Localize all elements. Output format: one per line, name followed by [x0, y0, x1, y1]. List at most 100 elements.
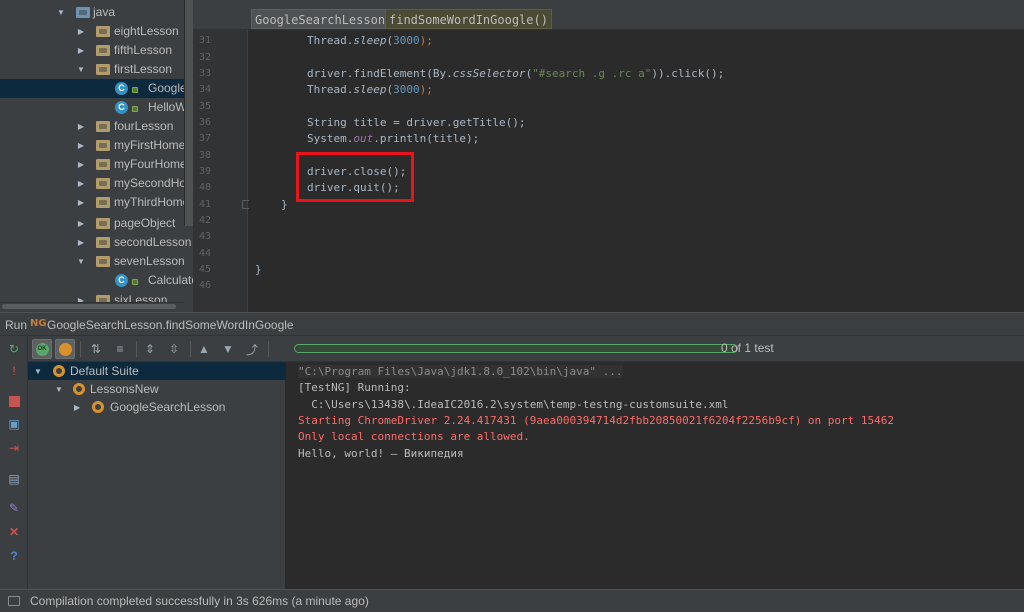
- run-tool-window-header: Run NG GoogleSearchLesson.findSomeWordIn…: [0, 312, 1024, 336]
- tree-item-helloworld-class[interactable]: C HelloWo: [0, 98, 193, 117]
- console-output[interactable]: "C:\Program Files\Java\jdk1.8.0_102\bin\…: [286, 362, 1024, 589]
- line-number: 36: [199, 117, 212, 128]
- tree-item-sevenLesson[interactable]: ▼ sevenLesson: [0, 252, 193, 271]
- line-number: 34: [199, 84, 212, 95]
- tree-item-label: java: [93, 5, 116, 19]
- exit-icon[interactable]: ⇥: [6, 440, 22, 456]
- close-icon[interactable]: ✕: [6, 524, 22, 540]
- line-number: 37: [199, 133, 212, 144]
- sort-by-duration-icon[interactable]: ≡: [110, 339, 130, 359]
- line-number: 43: [199, 231, 212, 242]
- tree-item-label: secondLesson: [114, 235, 192, 249]
- package-folder-icon: [96, 178, 110, 189]
- code-line-34: Thread.sleep(3000);: [307, 83, 433, 96]
- stop-icon[interactable]: [6, 393, 22, 409]
- expand-arrow-icon[interactable]: ▼: [76, 257, 86, 266]
- pin-icon[interactable]: ✎: [6, 500, 22, 516]
- next-failed-icon[interactable]: ▼: [218, 339, 238, 359]
- collapse-arrow-icon[interactable]: ▶: [74, 403, 80, 412]
- testng-icon: NG: [30, 318, 47, 329]
- tree-item-myFirstHomeTask[interactable]: ▶ myFirstHomeTa: [0, 136, 193, 155]
- lock-icon: [132, 106, 138, 112]
- collapse-arrow-icon[interactable]: ▶: [76, 219, 86, 228]
- help-icon[interactable]: ?: [6, 548, 22, 564]
- package-folder-icon: [96, 197, 110, 208]
- collapse-arrow-icon[interactable]: ▶: [76, 160, 86, 169]
- run-config-name[interactable]: GoogleSearchLesson.findSomeWordInGoogle: [47, 318, 294, 332]
- run-side-toolbar: ↻ ! ▣ ⇥ ▤ ✎ ✕ ?: [0, 336, 28, 589]
- tool-windows-icon[interactable]: [8, 596, 20, 606]
- previous-failed-icon[interactable]: ▲: [194, 339, 214, 359]
- test-count: 0 of 1 test: [721, 341, 774, 355]
- collapse-arrow-icon[interactable]: ▶: [76, 141, 86, 150]
- line-number: 42: [199, 215, 212, 226]
- sort-alphabetically-icon[interactable]: ⇅: [86, 339, 106, 359]
- expand-all-icon[interactable]: ⇕: [140, 339, 160, 359]
- console-line: [TestNG] Running:: [298, 381, 411, 394]
- lock-icon: [132, 87, 138, 93]
- expand-arrow-icon[interactable]: ▼: [34, 367, 42, 376]
- rerun-failed-icon[interactable]: !: [6, 363, 22, 379]
- code-line-45: }: [255, 263, 262, 276]
- tree-item-label: fifthLesson: [114, 43, 173, 57]
- collapse-all-icon[interactable]: ⇳: [164, 339, 184, 359]
- test-status-icon: [53, 365, 65, 377]
- expand-arrow-icon[interactable]: ▼: [56, 8, 66, 17]
- collapse-arrow-icon[interactable]: ▶: [76, 122, 86, 131]
- rerun-icon[interactable]: ↻: [6, 341, 22, 357]
- suite-item-default[interactable]: ▼ Default Suite: [28, 362, 286, 380]
- line-number: 38: [199, 150, 212, 161]
- line-number: 44: [199, 248, 212, 259]
- line-number: 35: [199, 101, 212, 112]
- tree-item-calculator-class[interactable]: C Calculato: [0, 271, 193, 290]
- tree-horizontal-scrollbar[interactable]: [0, 302, 184, 310]
- tree-item-label: mySecondHom: [114, 176, 193, 190]
- line-number: 33: [199, 68, 212, 79]
- tree-item-fifthLesson[interactable]: ▶ fifthLesson: [0, 41, 193, 60]
- line-number: 41: [199, 199, 212, 210]
- suite-item-lessonsnew[interactable]: ▼ LessonsNew: [28, 380, 286, 398]
- suite-item-label: LessonsNew: [90, 382, 159, 396]
- layout-icon[interactable]: ▤: [6, 471, 22, 487]
- tree-item-myThirdHomeTask[interactable]: ▶ myThirdHomeT: [0, 193, 193, 212]
- line-number-gutter: 31 32 33 34 35 36 37 38 39 40 41 42 43 4…: [193, 30, 251, 312]
- tree-item-label: firstLesson: [114, 62, 173, 76]
- tree-item-fourLesson[interactable]: ▶ fourLesson: [0, 117, 193, 136]
- console-line: C:\Users\13438\.IdeaIC2016.2\system\temp…: [298, 398, 729, 411]
- tree-item-label: sevenLesson: [114, 254, 185, 268]
- expand-arrow-icon[interactable]: ▼: [76, 65, 86, 74]
- collapse-arrow-icon[interactable]: ▶: [76, 238, 86, 247]
- tree-vertical-scrollbar[interactable]: [184, 0, 193, 226]
- tree-item-mySecondHomeTask[interactable]: ▶ mySecondHom: [0, 174, 193, 193]
- tree-item-java[interactable]: ▼ java: [0, 3, 193, 22]
- breadcrumb-class[interactable]: GoogleSearchLesson: [251, 9, 390, 29]
- tree-item-firstLesson[interactable]: ▼ firstLesson: [0, 60, 193, 79]
- tree-item-eightLesson[interactable]: ▶ eightLesson: [0, 22, 193, 41]
- run-tab-label[interactable]: Run: [5, 318, 27, 332]
- breadcrumb-method[interactable]: findSomeWordInGoogle(): [385, 9, 552, 29]
- tree-item-myFourHomeTask[interactable]: ▶ myFourHomeTa: [0, 155, 193, 174]
- line-number: 45: [199, 264, 212, 275]
- tree-item-pageObject[interactable]: ▶ pageObject: [0, 214, 193, 233]
- package-folder-icon: [96, 140, 110, 151]
- tree-item-googlesearch-class[interactable]: C GoogleSe: [0, 79, 193, 98]
- collapse-arrow-icon[interactable]: ▶: [76, 198, 86, 207]
- export-icon[interactable]: ⤴: [242, 339, 262, 359]
- collapse-arrow-icon[interactable]: ▶: [76, 179, 86, 188]
- scrollbar-thumb[interactable]: [2, 304, 176, 309]
- tree-item-secondLesson[interactable]: ▶ secondLesson: [0, 233, 193, 252]
- package-folder-icon: [96, 45, 110, 56]
- toolbar-separator: [190, 341, 191, 357]
- toolbar-separator: [80, 341, 81, 357]
- collapse-arrow-icon[interactable]: ▶: [76, 27, 86, 36]
- suite-item-label: Default Suite: [70, 364, 139, 378]
- console-line: Hello, world! — Википедия: [298, 447, 464, 460]
- expand-arrow-icon[interactable]: ▼: [55, 385, 63, 394]
- show-ignored-icon[interactable]: [55, 339, 75, 359]
- test-progress-fill: [295, 345, 737, 352]
- collapse-arrow-icon[interactable]: ▶: [76, 46, 86, 55]
- suite-item-googlesearchlesson[interactable]: ▶ GoogleSearchLesson: [28, 398, 286, 416]
- status-message: Compilation completed successfully in 3s…: [30, 594, 369, 608]
- camera-icon[interactable]: ▣: [6, 416, 22, 432]
- show-passed-icon[interactable]: OK: [32, 339, 52, 359]
